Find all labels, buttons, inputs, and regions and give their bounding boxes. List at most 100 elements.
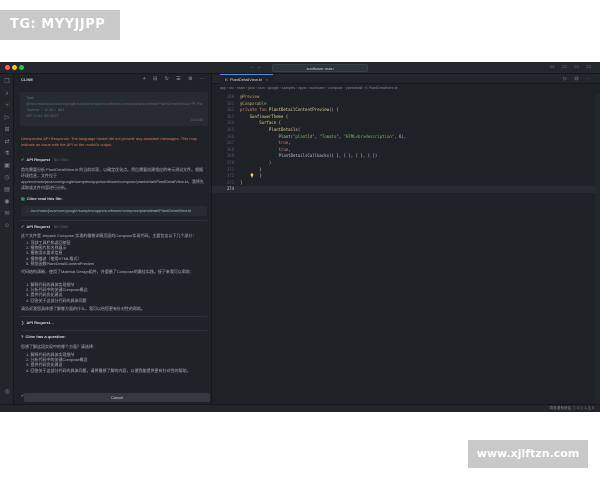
account-icon[interactable]: ◎ (3, 388, 11, 396)
line-number: 370 (226, 159, 234, 165)
task-card[interactable]: Task @/src/main/java/com/google/samples/… (20, 92, 208, 126)
editor-actions[interactable]: ▷ ⊟ ⋯ (563, 76, 594, 82)
code-token: true (278, 140, 289, 146)
api-request-1[interactable]: ✔ API Request $0.0354 (21, 157, 207, 162)
check-icon: ✔ (21, 224, 25, 229)
chat-icon[interactable]: ✉ (3, 210, 11, 218)
question-header: ? Cline has a question: (21, 334, 207, 339)
code-line[interactable]: 363 SunflowerTheme { (212, 114, 600, 121)
code-token: "plantId" (292, 133, 315, 139)
title-bar: ← → sunflower-main ▭ ▭ ▭ ▭ (0, 62, 600, 74)
code-line[interactable]: 374 (212, 186, 600, 193)
divider (21, 330, 207, 331)
api-request-label: API Request… (26, 320, 54, 325)
api-request-3[interactable]: ❯ API Request… (21, 320, 207, 325)
lightbulb-icon[interactable]: 💡 (240, 173, 255, 178)
summary-paragraph: 这个文件是 Jetpack Compose 实现的植物详情页面的Compose实… (21, 233, 197, 238)
code-line[interactable]: 366 Plant("plantId", "Tomato", "HTML<br>… (212, 134, 600, 141)
line-number: 363 (226, 113, 234, 119)
divider (21, 316, 207, 317)
timeline-icon[interactable]: ◷ (3, 174, 11, 182)
sidebar-actions[interactable]: + ⊟ ↻ ☰ ⚙ ⋯ (143, 76, 208, 82)
code-token: PlantDetailsCallbacks({ }, { }, { }, { }… (240, 153, 378, 159)
code-token: @Composable (240, 100, 267, 106)
test-icon[interactable]: ⚗ (3, 150, 11, 158)
cancel-button[interactable]: Cancel (24, 393, 210, 402)
minimap-scrollbar[interactable] (595, 94, 600, 404)
code-line[interactable]: 362 private fun PlantDetailContentPreview… (212, 107, 600, 114)
api-request-cost: $0.0354 (53, 157, 69, 162)
watermark-bottom-right: www.xjlftzn.com (468, 440, 588, 468)
code-line[interactable]: 368 true, (212, 147, 600, 154)
watermark-top-left: TG: MYYJJPP (0, 10, 120, 40)
chevron-right-icon: ❯ (21, 320, 25, 325)
extensions-icon[interactable]: ⊞ (3, 126, 11, 134)
status-right[interactable]: 同多语系统区 ⓘ 0 ⓧ 1 ⚠ 0 (550, 406, 594, 411)
close-window-button[interactable] (5, 65, 10, 70)
list-item: 4. 回答关于这部分代码的具体问题，请将最想了解的内容，以便我能提供更有针对性的… (26, 367, 191, 373)
api-request-cost: $0.0069 (53, 224, 69, 229)
code-lines[interactable]: 360 @Preview 361 @Composable 362 private fun … (212, 94, 600, 193)
docker-icon[interactable]: ▣ (3, 162, 11, 170)
code-line[interactable]: 369 PlantDetailsCallbacks({ }, { }, { },… (212, 153, 600, 160)
api-error-message: Unexpected API Response: The language mo… (21, 136, 197, 147)
line-number: 371 (226, 166, 234, 172)
read-file-path[interactable]: …/src/main/java/com/google/samples/apps/… (21, 206, 207, 216)
maximize-window-button[interactable] (19, 65, 24, 70)
code-line[interactable]: 365 PlantDetails( (212, 127, 600, 134)
code-line[interactable]: 360 @Preview (212, 94, 600, 101)
cline-sidebar: CLINE + ⊟ ↻ ☰ ⚙ ⋯ Task @/src/main/java/c… (14, 74, 212, 404)
analysis-paragraph: 首先需要分析 PlantDetailView.kt 的当前实现，以确定优化点。然… (21, 167, 204, 190)
question-label: Cline has a question: (25, 334, 66, 339)
code-token: private fun (240, 107, 269, 113)
tab-label: PlantDetailView.kt (229, 77, 262, 82)
code-token: Surface (259, 120, 277, 126)
code-line[interactable]: 373} (212, 180, 600, 187)
code-token: ) (240, 159, 272, 165)
line-number: 360 (226, 94, 234, 99)
code-token: , (288, 140, 291, 146)
code-line[interactable]: 372 💡 } (212, 173, 600, 180)
line-number: 366 (226, 133, 234, 139)
files-icon[interactable]: ❐ (3, 78, 11, 86)
code-token: { (283, 113, 289, 119)
code-line[interactable]: 371 } (212, 167, 600, 174)
code-token: ( (297, 126, 301, 132)
code-line[interactable]: 370 ) (212, 160, 600, 167)
line-number: 367 (226, 140, 234, 146)
question-options-list: 1. 解释代码的具体实现细节 2. 分析代码中的关键Compose概念 3. 提供代… (26, 352, 206, 373)
code-line[interactable]: 361 @Composable (212, 101, 600, 108)
code-line[interactable]: 367 true, (212, 140, 600, 147)
minimize-window-button[interactable] (12, 65, 17, 70)
nav-arrows[interactable]: ← → (250, 64, 261, 70)
book-icon[interactable]: ▤ (3, 186, 11, 194)
api-request-label: API Request (26, 224, 50, 229)
code-token: , 6), (394, 133, 407, 139)
line-number: 361 (226, 100, 234, 106)
close-tab-icon[interactable]: × (266, 77, 268, 82)
question-paragraph: 您想了解这段实现中的哪个方面？请选择： (21, 344, 97, 349)
sidebar-header: CLINE + ⊟ ↻ ☰ ⚙ ⋯ (14, 74, 212, 84)
gitlens-icon[interactable]: ◉ (3, 198, 11, 206)
api-request-2[interactable]: ✔ API Request $0.0069 (21, 224, 207, 229)
structure-paragraph: 代码结构清晰，使用了Material Design组件，并遵循了Compose的… (21, 269, 194, 274)
command-search-box[interactable]: sunflower-main (272, 64, 368, 72)
breadcrumb[interactable]: app › src › main › java › com › google ›… (220, 86, 398, 90)
line-number: 373 (226, 179, 234, 185)
source-control-icon[interactable]: ⑂ (3, 102, 11, 110)
remote-icon[interactable]: ⇄ (3, 138, 11, 146)
list-item: 4. 回答关于这部分代码的具体问题 (26, 297, 87, 303)
layout-toggle-icons[interactable]: ▭ ▭ ▭ ▭ (550, 64, 594, 70)
task-cost: API Cost: $0.0517 (26, 113, 59, 118)
cline-icon[interactable]: ☺ (3, 222, 11, 230)
run-debug-icon[interactable]: ▷ (3, 114, 11, 122)
tab-plant-detail-view[interactable]: K PlantDetailView.kt × (220, 74, 274, 84)
code-token: "HTML<br>description" (343, 133, 395, 139)
line-number: 372 (226, 173, 234, 179)
search-icon[interactable]: ⌕ (3, 90, 11, 98)
code-line[interactable]: 364 Surface { (212, 120, 600, 127)
code-token: PlantDetailContentPreview (268, 107, 330, 113)
